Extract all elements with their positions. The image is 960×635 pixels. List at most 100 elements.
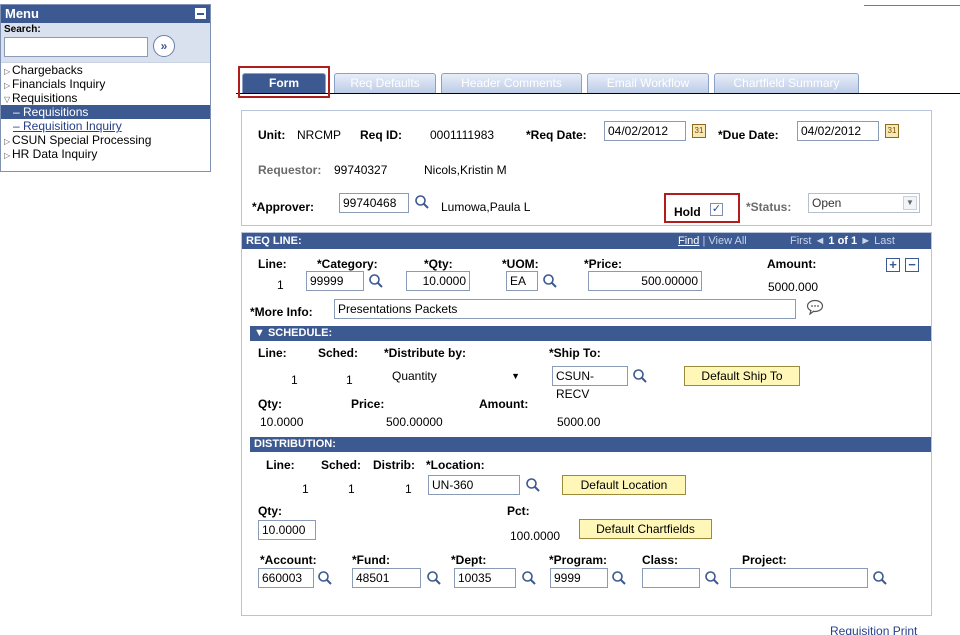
uom-field[interactable]: EA: [506, 271, 538, 291]
approver-field[interactable]: 99740468: [339, 193, 409, 213]
menu-item-chargebacks[interactable]: ▷ Chargebacks: [1, 63, 210, 77]
remove-row-icon[interactable]: −: [905, 258, 919, 272]
price-field[interactable]: 500.00000: [588, 271, 702, 291]
req-id-label: Req ID:: [360, 128, 402, 142]
distribution-sched-label: Sched:: [321, 458, 362, 472]
view-all-link[interactable]: View All: [708, 235, 746, 247]
requestor-name: Nicols,Kristin M: [424, 163, 507, 177]
menu-item-requisitions[interactable]: ▽ Requisitions: [1, 91, 210, 105]
next-arrow-icon[interactable]: ►: [860, 235, 871, 247]
first-link[interactable]: First: [790, 235, 811, 247]
menu-subitem-requisitions[interactable]: – Requisitions: [1, 105, 210, 119]
lookup-icon[interactable]: [542, 273, 558, 289]
row-count: 1 of 1: [828, 235, 858, 247]
distribute-by-select[interactable]: Quantity ▼: [388, 366, 524, 386]
distribution-qty-field[interactable]: 10.0000: [258, 520, 316, 540]
uom-label: *UOM:: [502, 257, 539, 271]
search-label: Search:: [4, 24, 41, 35]
tab-req-defaults[interactable]: Req Defaults: [334, 73, 436, 93]
lookup-icon[interactable]: [426, 570, 442, 586]
find-link[interactable]: Find: [678, 235, 699, 247]
default-chartfields-button[interactable]: Default Chartfields: [579, 519, 712, 539]
dropdown-arrow-icon: ▼: [511, 371, 520, 381]
due-date-label: *Due Date:: [718, 128, 779, 142]
fund-field[interactable]: 48501: [352, 568, 421, 588]
lookup-icon[interactable]: [521, 570, 537, 586]
tab-label: Req Defaults: [350, 76, 420, 90]
tab-chartfield-summary[interactable]: Chartfield Summary: [714, 73, 859, 93]
schedule-qty-label: Qty:: [258, 397, 282, 411]
menu-item-label: Financials Inquiry: [12, 77, 106, 91]
line-label: Line:: [258, 257, 287, 271]
amount-label: Amount:: [767, 257, 817, 271]
class-field[interactable]: [642, 568, 700, 588]
ship-to-field[interactable]: CSUN-RECV: [552, 366, 628, 401]
tab-label: Email Workflow: [606, 76, 690, 90]
unit-label: Unit:: [258, 128, 286, 142]
amount-value: 5000.000: [768, 280, 819, 294]
search-go-icon[interactable]: »: [153, 35, 175, 57]
more-info-label: *More Info:: [250, 305, 313, 319]
lookup-icon[interactable]: [317, 570, 333, 586]
tab-email-workflow[interactable]: Email Workflow: [587, 73, 709, 93]
distrib-value: 1: [405, 482, 412, 496]
lookup-icon[interactable]: [632, 368, 648, 384]
calendar-icon[interactable]: 31: [692, 124, 706, 138]
qty-label: *Qty:: [424, 257, 453, 271]
project-field[interactable]: [730, 568, 868, 588]
schedule-amount-label: Amount:: [479, 397, 529, 411]
tab-label: Chartfield Summary: [733, 76, 840, 90]
project-label: Project:: [742, 553, 787, 567]
calendar-icon[interactable]: 31: [885, 124, 899, 138]
program-field[interactable]: 9999: [550, 568, 608, 588]
lookup-icon[interactable]: [704, 570, 720, 586]
comment-bubble-icon[interactable]: [806, 299, 824, 315]
default-location-button[interactable]: Default Location: [562, 475, 686, 495]
program-label: *Program:: [549, 553, 608, 567]
more-info-field[interactable]: Presentations Packets: [334, 299, 796, 319]
status-value: Open: [812, 196, 842, 210]
search-input[interactable]: [4, 37, 148, 57]
lookup-icon[interactable]: [368, 273, 384, 289]
menu-item-financials-inquiry[interactable]: ▷ Financials Inquiry: [1, 77, 210, 91]
schedule-sched-label: Sched:: [318, 346, 359, 360]
account-field[interactable]: 660003: [258, 568, 314, 588]
dept-label: *Dept:: [451, 553, 487, 567]
req-date-field[interactable]: 04/02/2012: [604, 121, 686, 141]
lookup-icon[interactable]: [414, 194, 430, 210]
default-ship-to-button[interactable]: Default Ship To: [684, 366, 800, 386]
req-date-label: *Req Date:: [526, 128, 587, 142]
last-link[interactable]: Last: [874, 235, 895, 247]
req-line-header: REQ LINE: Find | View All First ◄ 1 of 1…: [242, 233, 931, 249]
status-label: *Status:: [746, 200, 792, 214]
due-date-field[interactable]: 04/02/2012: [797, 121, 879, 141]
class-label: Class:: [642, 553, 679, 567]
collapse-icon[interactable]: [195, 8, 206, 19]
dept-field[interactable]: 10035: [454, 568, 516, 588]
menu-item-hr-data-inquiry[interactable]: ▷ HR Data Inquiry: [1, 147, 210, 161]
add-row-icon[interactable]: +: [886, 258, 900, 272]
tab-label: Header Comments: [461, 76, 562, 90]
tab-header-comments[interactable]: Header Comments: [441, 73, 582, 93]
category-label: *Category:: [317, 257, 378, 271]
distribution-sched-value: 1: [348, 482, 355, 496]
schedule-qty-value: 10.0000: [260, 415, 304, 429]
lookup-icon[interactable]: [525, 477, 541, 493]
unit-value: NRCMP: [297, 128, 341, 142]
approver-name: Lumowa,Paula L: [441, 200, 531, 214]
approver-label: *Approver:: [252, 200, 315, 214]
distrib-label: Distrib:: [373, 458, 415, 472]
pct-value: 100.0000: [510, 529, 561, 543]
qty-field[interactable]: 10.0000: [406, 271, 470, 291]
menu-item-csun-special-processing[interactable]: ▷ CSUN Special Processing: [1, 133, 210, 147]
lookup-icon[interactable]: [872, 570, 888, 586]
menu-subitem-requisition-inquiry[interactable]: – Requisition Inquiry: [1, 119, 210, 133]
lookup-icon[interactable]: [611, 570, 627, 586]
distribution-line-value: 1: [302, 482, 309, 496]
location-field[interactable]: UN-360: [428, 475, 520, 495]
prev-arrow-icon[interactable]: ◄: [814, 235, 825, 247]
status-select[interactable]: Open ▼: [808, 193, 920, 213]
schedule-header[interactable]: ▼ SCHEDULE:: [250, 326, 931, 341]
category-field[interactable]: 99999: [306, 271, 364, 291]
requisition-print-link[interactable]: Requisition Print: [830, 624, 917, 635]
